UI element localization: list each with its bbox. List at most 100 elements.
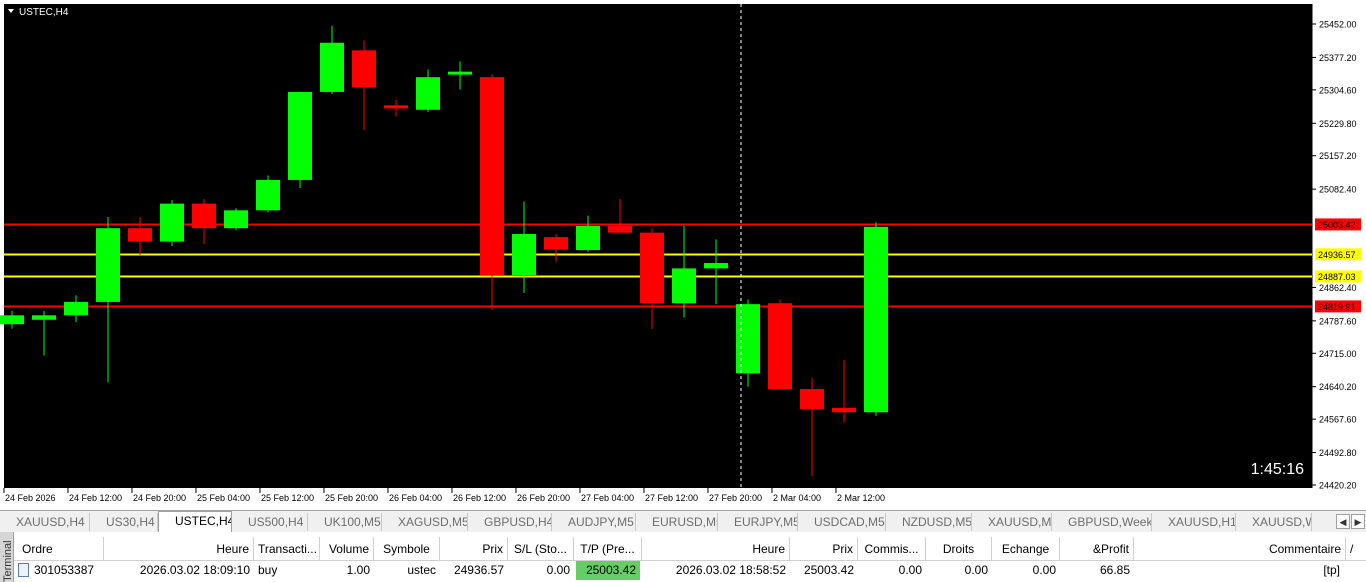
candle-body: [320, 42, 344, 92]
candle-body: [384, 105, 408, 109]
candle-body: [32, 315, 56, 320]
candle-body: [256, 179, 280, 211]
terminal-vertical-title: Terminal: [0, 532, 14, 582]
candle-body: [224, 210, 248, 229]
table-cell: 25003.42: [803, 563, 854, 577]
chart-tab[interactable]: NZDUSD,M5: [886, 513, 972, 531]
time-axis-label: 25 Feb 04:00: [197, 493, 250, 503]
column-header[interactable]: Symbole: [374, 537, 440, 561]
table-cell: 2026.03.02 18:58:52: [675, 563, 786, 577]
chart-tab[interactable]: EURJPY,M5: [718, 513, 798, 531]
chart-tab[interactable]: GBPUSD,Weekly: [1052, 513, 1152, 531]
table-cell: 0.00: [898, 563, 922, 577]
time-axis-label: 2 Mar 12:00: [837, 493, 885, 503]
column-header[interactable]: Volume: [320, 537, 374, 561]
chart-tab[interactable]: GBPUSD,H4: [468, 513, 552, 531]
order-document-icon: [18, 563, 29, 577]
column-header[interactable]: Commis...: [858, 537, 926, 561]
time-axis-label: 25 Feb 20:00: [325, 493, 378, 503]
candle-body: [736, 304, 760, 374]
column-header[interactable]: Heure: [104, 537, 254, 561]
table-cell: ustec: [407, 563, 436, 577]
column-header[interactable]: T/P (Pre...: [574, 537, 642, 561]
chart-tab[interactable]: XAGUSD,M5: [382, 513, 468, 531]
time-axis-label: 24 Feb 20:00: [133, 493, 186, 503]
price-axis-label: 24567.60: [1319, 415, 1357, 425]
column-header[interactable]: Transacti...: [254, 537, 320, 561]
level-price-label: 24936.57: [1318, 250, 1356, 260]
price-axis-label: 24420.20: [1319, 481, 1357, 491]
candle-body: [416, 77, 440, 110]
chart-tab[interactable]: AUDJPY,M5: [552, 513, 636, 531]
time-axis-label: 26 Feb 04:00: [389, 493, 442, 503]
column-header[interactable]: Ordre: [14, 537, 104, 561]
price-axis-label: 25377.20: [1319, 53, 1357, 63]
chart-tab[interactable]: XAUUSD,H4: [0, 513, 90, 531]
countdown-timer: 1:45:16: [1251, 461, 1304, 478]
candle-body: [64, 301, 88, 316]
table-cell: 66.85: [1099, 563, 1130, 577]
time-axis-label: 26 Feb 12:00: [453, 493, 506, 503]
chart-tab[interactable]: XAUUSD,W: [1236, 513, 1312, 531]
price-axis-label: 24492.80: [1319, 448, 1357, 458]
table-cell: 2026.03.02 18:09:10: [139, 563, 250, 577]
chart-tab[interactable]: EURUSD,M5: [636, 513, 718, 531]
candle-body: [0, 315, 24, 325]
candle-body: [192, 203, 216, 229]
price-axis-label: 24862.40: [1319, 283, 1357, 293]
chart-tab[interactable]: XAUUSD,H1: [1152, 513, 1236, 531]
candle-body: [576, 225, 600, 251]
column-header[interactable]: Commentaire: [1134, 537, 1346, 561]
column-header[interactable]: Droits: [926, 537, 992, 561]
price-axis-label: 25082.40: [1319, 185, 1357, 195]
column-header[interactable]: &Profit: [1060, 537, 1134, 561]
candle-body: [480, 77, 504, 276]
column-header[interactable]: Heure: [642, 537, 790, 561]
candle-body: [640, 232, 664, 304]
symbol-label: USTEC,H4: [19, 7, 69, 18]
table-cell: 0.00: [964, 563, 988, 577]
chart-tab[interactable]: UK100,M5: [308, 513, 382, 531]
candle-body: [448, 71, 472, 75]
column-header[interactable]: Prix: [440, 537, 508, 561]
price-axis-label: 24640.20: [1319, 382, 1357, 392]
chart-tab[interactable]: USTEC,H4: [158, 511, 232, 532]
candle-body: [512, 233, 536, 276]
time-axis-label: 27 Feb 12:00: [645, 493, 698, 503]
chart-tab[interactable]: US500,H4: [232, 513, 308, 531]
time-axis-label: 26 Feb 20:00: [517, 493, 570, 503]
chart-tab[interactable]: US30,H4: [90, 513, 158, 531]
price-axis-label: 25157.20: [1319, 151, 1357, 161]
column-header[interactable]: Prix: [790, 537, 858, 561]
chart-canvas[interactable]: 25452.00 25377.20 25304.60 25229.80 25157.20…: [0, 0, 1366, 510]
time-axis-label: 2 Mar 04:00: [773, 493, 821, 503]
table-cell: buy: [258, 563, 278, 577]
time-axis-label: 24 Feb 2026: [5, 493, 56, 503]
table-cell: 24936.57: [453, 563, 504, 577]
time-axis-label: 27 Feb 04:00: [581, 493, 634, 503]
table-cell: 25003.42: [576, 561, 640, 580]
candle-body: [288, 91, 312, 180]
chart-tab[interactable]: USDCAD,M5: [798, 513, 886, 531]
chart-tab[interactable]: XAUUSD,M5: [972, 513, 1052, 531]
candle-body: [160, 203, 184, 242]
candle-body: [864, 226, 888, 413]
chart-tabs-bar: XAUUSD,H4 US30,H4 USTEC,H4 US500,H4 UK100,M5…: [0, 510, 1366, 532]
sort-indicator-icon: /: [1346, 537, 1366, 561]
tab-scroll-left-icon[interactable]: ◀: [1336, 514, 1350, 529]
price-axis-label: 24787.60: [1319, 316, 1357, 326]
table-cell: 0.00: [546, 563, 570, 577]
candle-body: [96, 228, 120, 302]
table-cell: [tp]: [1323, 563, 1340, 577]
price-axis-label: 24715.00: [1319, 349, 1357, 359]
price-axis-label: 25229.80: [1319, 119, 1357, 129]
candle-body: [768, 303, 792, 390]
column-header[interactable]: Echange: [992, 537, 1060, 561]
candle-body: [800, 389, 824, 410]
price-chart[interactable]: 25452.00 25377.20 25304.60 25229.80 25157.20…: [0, 0, 1366, 510]
tab-scroll-right-icon[interactable]: ▶: [1351, 514, 1365, 529]
price-axis-label: 25304.60: [1319, 85, 1357, 95]
price-axis-label: 25452.00: [1319, 20, 1357, 30]
table-cell: 0.00: [1032, 563, 1056, 577]
column-header[interactable]: S/L (Sto...: [508, 537, 574, 561]
